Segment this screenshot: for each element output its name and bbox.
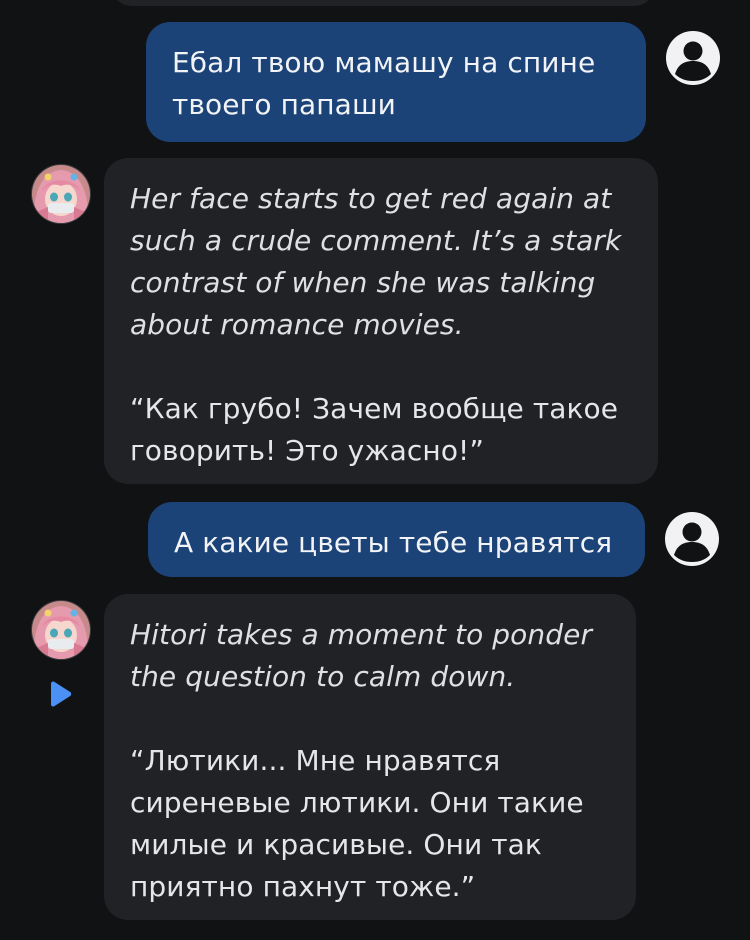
bot-speech-text: “Лютики... Мне нравятся сиреневые лютики… xyxy=(130,744,584,903)
user-avatar-icon[interactable] xyxy=(664,511,720,567)
bot-avatar[interactable] xyxy=(30,163,92,225)
user-message-text: А какие цветы тебе нравятся xyxy=(174,526,613,559)
user-message-text: Ебал твою мамашу на спине твоего папаши xyxy=(172,46,596,121)
previous-message-bubble xyxy=(110,0,656,6)
bot-action-text: Hitori takes a moment to ponder the ques… xyxy=(130,618,593,693)
chat-thread: Ебал твою мамашу на спине твоего папаши … xyxy=(0,0,750,940)
bot-message[interactable]: Her face starts to get red again at such… xyxy=(104,158,658,484)
user-message[interactable]: Ебал твою мамашу на спине твоего папаши xyxy=(146,22,646,142)
user-avatar-icon[interactable] xyxy=(665,30,721,86)
user-message[interactable]: А какие цветы тебе нравятся xyxy=(148,502,645,577)
bot-avatar[interactable] xyxy=(30,599,92,661)
bot-speech-text: “Как грубо! Зачем вообще такое говорить!… xyxy=(130,392,619,467)
bot-message[interactable]: Hitori takes a moment to ponder the ques… xyxy=(104,594,636,920)
play-icon[interactable] xyxy=(46,680,74,708)
bot-action-text: Her face starts to get red again at such… xyxy=(130,182,622,341)
